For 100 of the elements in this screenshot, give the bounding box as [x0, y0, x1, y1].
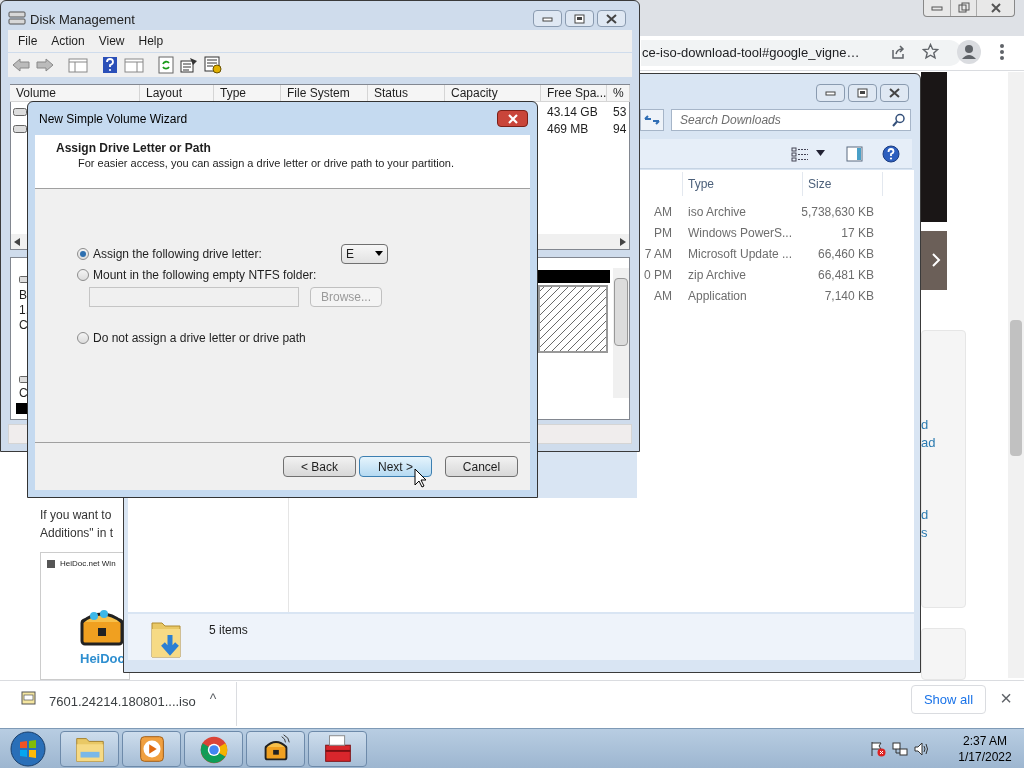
settings-icon[interactable]	[204, 56, 222, 74]
table-cell-text: 66,481 KB	[816, 267, 874, 283]
close-button[interactable]: ×	[998, 688, 1014, 708]
partition-bar	[538, 270, 610, 283]
properties-icon[interactable]	[180, 57, 198, 73]
link-text[interactable]: ad	[921, 434, 936, 452]
help-icon[interactable]	[882, 145, 900, 163]
star-icon[interactable]	[922, 43, 939, 60]
link-text[interactable]: d	[921, 416, 929, 434]
drive-letter-dropdown[interactable]: E	[341, 243, 388, 264]
taskbar-app-button[interactable]	[246, 730, 305, 767]
dialog-button[interactable]: < Back	[283, 456, 356, 477]
maximize-icon	[572, 12, 587, 25]
refresh-icon[interactable]	[158, 56, 174, 74]
table-cell: Microsoft Update ...	[688, 246, 793, 262]
help-icon[interactable]	[102, 56, 118, 74]
column-header[interactable]: Volume	[10, 85, 140, 102]
show-all-button[interactable]: Show all	[911, 685, 986, 714]
table-cell: iso Archive	[688, 204, 747, 220]
table-cell: 43.14 GB	[547, 104, 598, 120]
drive-icon	[13, 108, 27, 116]
column-header[interactable]: Size	[808, 175, 882, 193]
menu-item[interactable]: View	[98, 32, 125, 50]
disk-label: C	[19, 386, 28, 401]
share-icon[interactable]	[890, 44, 906, 60]
scrollbar-thumb[interactable]	[1010, 320, 1022, 456]
option-label[interactable]: Assign the following drive letter:	[93, 244, 333, 263]
unallocated-partition-drawing	[538, 285, 608, 353]
table-cell: Application	[688, 288, 747, 304]
details-view-icon[interactable]	[791, 146, 809, 162]
chevron-right-icon[interactable]	[930, 252, 942, 268]
flag-error-icon[interactable]	[870, 740, 886, 757]
expand-caret[interactable]: ^	[205, 690, 221, 708]
dialog-button[interactable]: Next >	[359, 456, 432, 477]
table-cell-text: PM	[653, 225, 672, 241]
mouse-cursor-icon	[414, 468, 427, 488]
photo-placeholder	[921, 231, 947, 290]
card-caption: HeiDoc.net Win	[60, 558, 116, 570]
close-icon	[887, 87, 902, 99]
column-header[interactable]: %	[607, 85, 630, 102]
volume-icon[interactable]	[914, 740, 930, 757]
scrollbar-thumb[interactable]	[614, 278, 628, 346]
download-filename[interactable]: 7601.24214.180801....iso	[49, 692, 196, 712]
wizard-subheading: For easier access, you can assign a drive letter or drive path to your partition.	[78, 156, 455, 171]
table-cell: zip Archive	[688, 267, 747, 283]
link-text[interactable]: d	[921, 506, 929, 524]
table-cell-text: AM	[653, 288, 672, 304]
dialog-button[interactable]: Cancel	[445, 456, 518, 477]
network-icon[interactable]	[892, 740, 908, 757]
table-cell-text: 66,460 KB	[816, 246, 874, 262]
close-icon	[506, 113, 519, 124]
partition-bar	[16, 403, 28, 414]
table-cell-text: 0 PM	[643, 267, 672, 283]
clock-time[interactable]: 2:37 AM	[963, 732, 1007, 749]
table-cell: 53	[613, 104, 627, 120]
column-header[interactable]: Free Spa...	[541, 85, 607, 102]
more-menu-icon[interactable]	[999, 43, 1005, 61]
profile-avatar-icon[interactable]	[957, 40, 981, 64]
card-background	[921, 628, 966, 680]
dropdown-arrow-icon[interactable]	[375, 251, 383, 256]
radio-button[interactable]	[77, 331, 89, 344]
taskbar-app-button[interactable]	[308, 730, 367, 767]
maximize-button[interactable]	[848, 84, 877, 102]
item-count: 5 items	[209, 622, 248, 639]
dropdown-arrow-icon[interactable]	[816, 150, 825, 156]
search-icon[interactable]	[892, 113, 906, 127]
refresh-arrows-icon[interactable]	[640, 109, 664, 131]
paragraph-text: If you want to	[40, 507, 112, 524]
scroll-left-icon[interactable]	[14, 238, 20, 246]
favicon-icon	[46, 559, 56, 569]
disk-label: C	[19, 318, 28, 333]
disk-drive-icon	[8, 10, 26, 26]
close-button[interactable]	[597, 10, 626, 27]
search-field[interactable]: Search Downloads	[671, 109, 911, 131]
disc-image-file-icon	[21, 690, 37, 706]
close-icon	[989, 3, 1002, 13]
start-button[interactable]	[8, 728, 48, 768]
column-header[interactable]: Type	[688, 175, 802, 193]
menu-item[interactable]: Help	[138, 32, 164, 50]
table-cell: 469 MB	[547, 121, 589, 137]
scroll-right-icon[interactable]	[620, 238, 626, 246]
table-cell-text: 17 KB	[840, 225, 874, 241]
logo-text: HeiDoc	[80, 652, 125, 666]
clock-date[interactable]: 1/17/2022	[958, 748, 1012, 765]
close-button[interactable]	[880, 84, 909, 102]
preview-pane-icon[interactable]	[846, 146, 863, 162]
address-bar[interactable]: ce-iso-download-tool#google_vigne…	[641, 40, 882, 66]
menu-item[interactable]: Action	[51, 32, 85, 50]
maximize-button[interactable]	[565, 10, 594, 27]
table-cell-text: 7,140 KB	[823, 288, 874, 304]
radio-button[interactable]	[77, 247, 89, 260]
close-button[interactable]	[497, 110, 528, 127]
table-cell-text: AM	[653, 204, 672, 220]
back-arrow-icon[interactable]	[12, 57, 30, 73]
menu-item[interactable]: File	[18, 32, 38, 50]
forward-arrow-icon[interactable]	[36, 57, 54, 73]
option-label[interactable]: Do not assign a drive letter or drive path	[93, 328, 333, 347]
disk-label: B	[19, 288, 27, 303]
link-text[interactable]: s	[921, 524, 928, 542]
restore-icon	[957, 2, 970, 14]
